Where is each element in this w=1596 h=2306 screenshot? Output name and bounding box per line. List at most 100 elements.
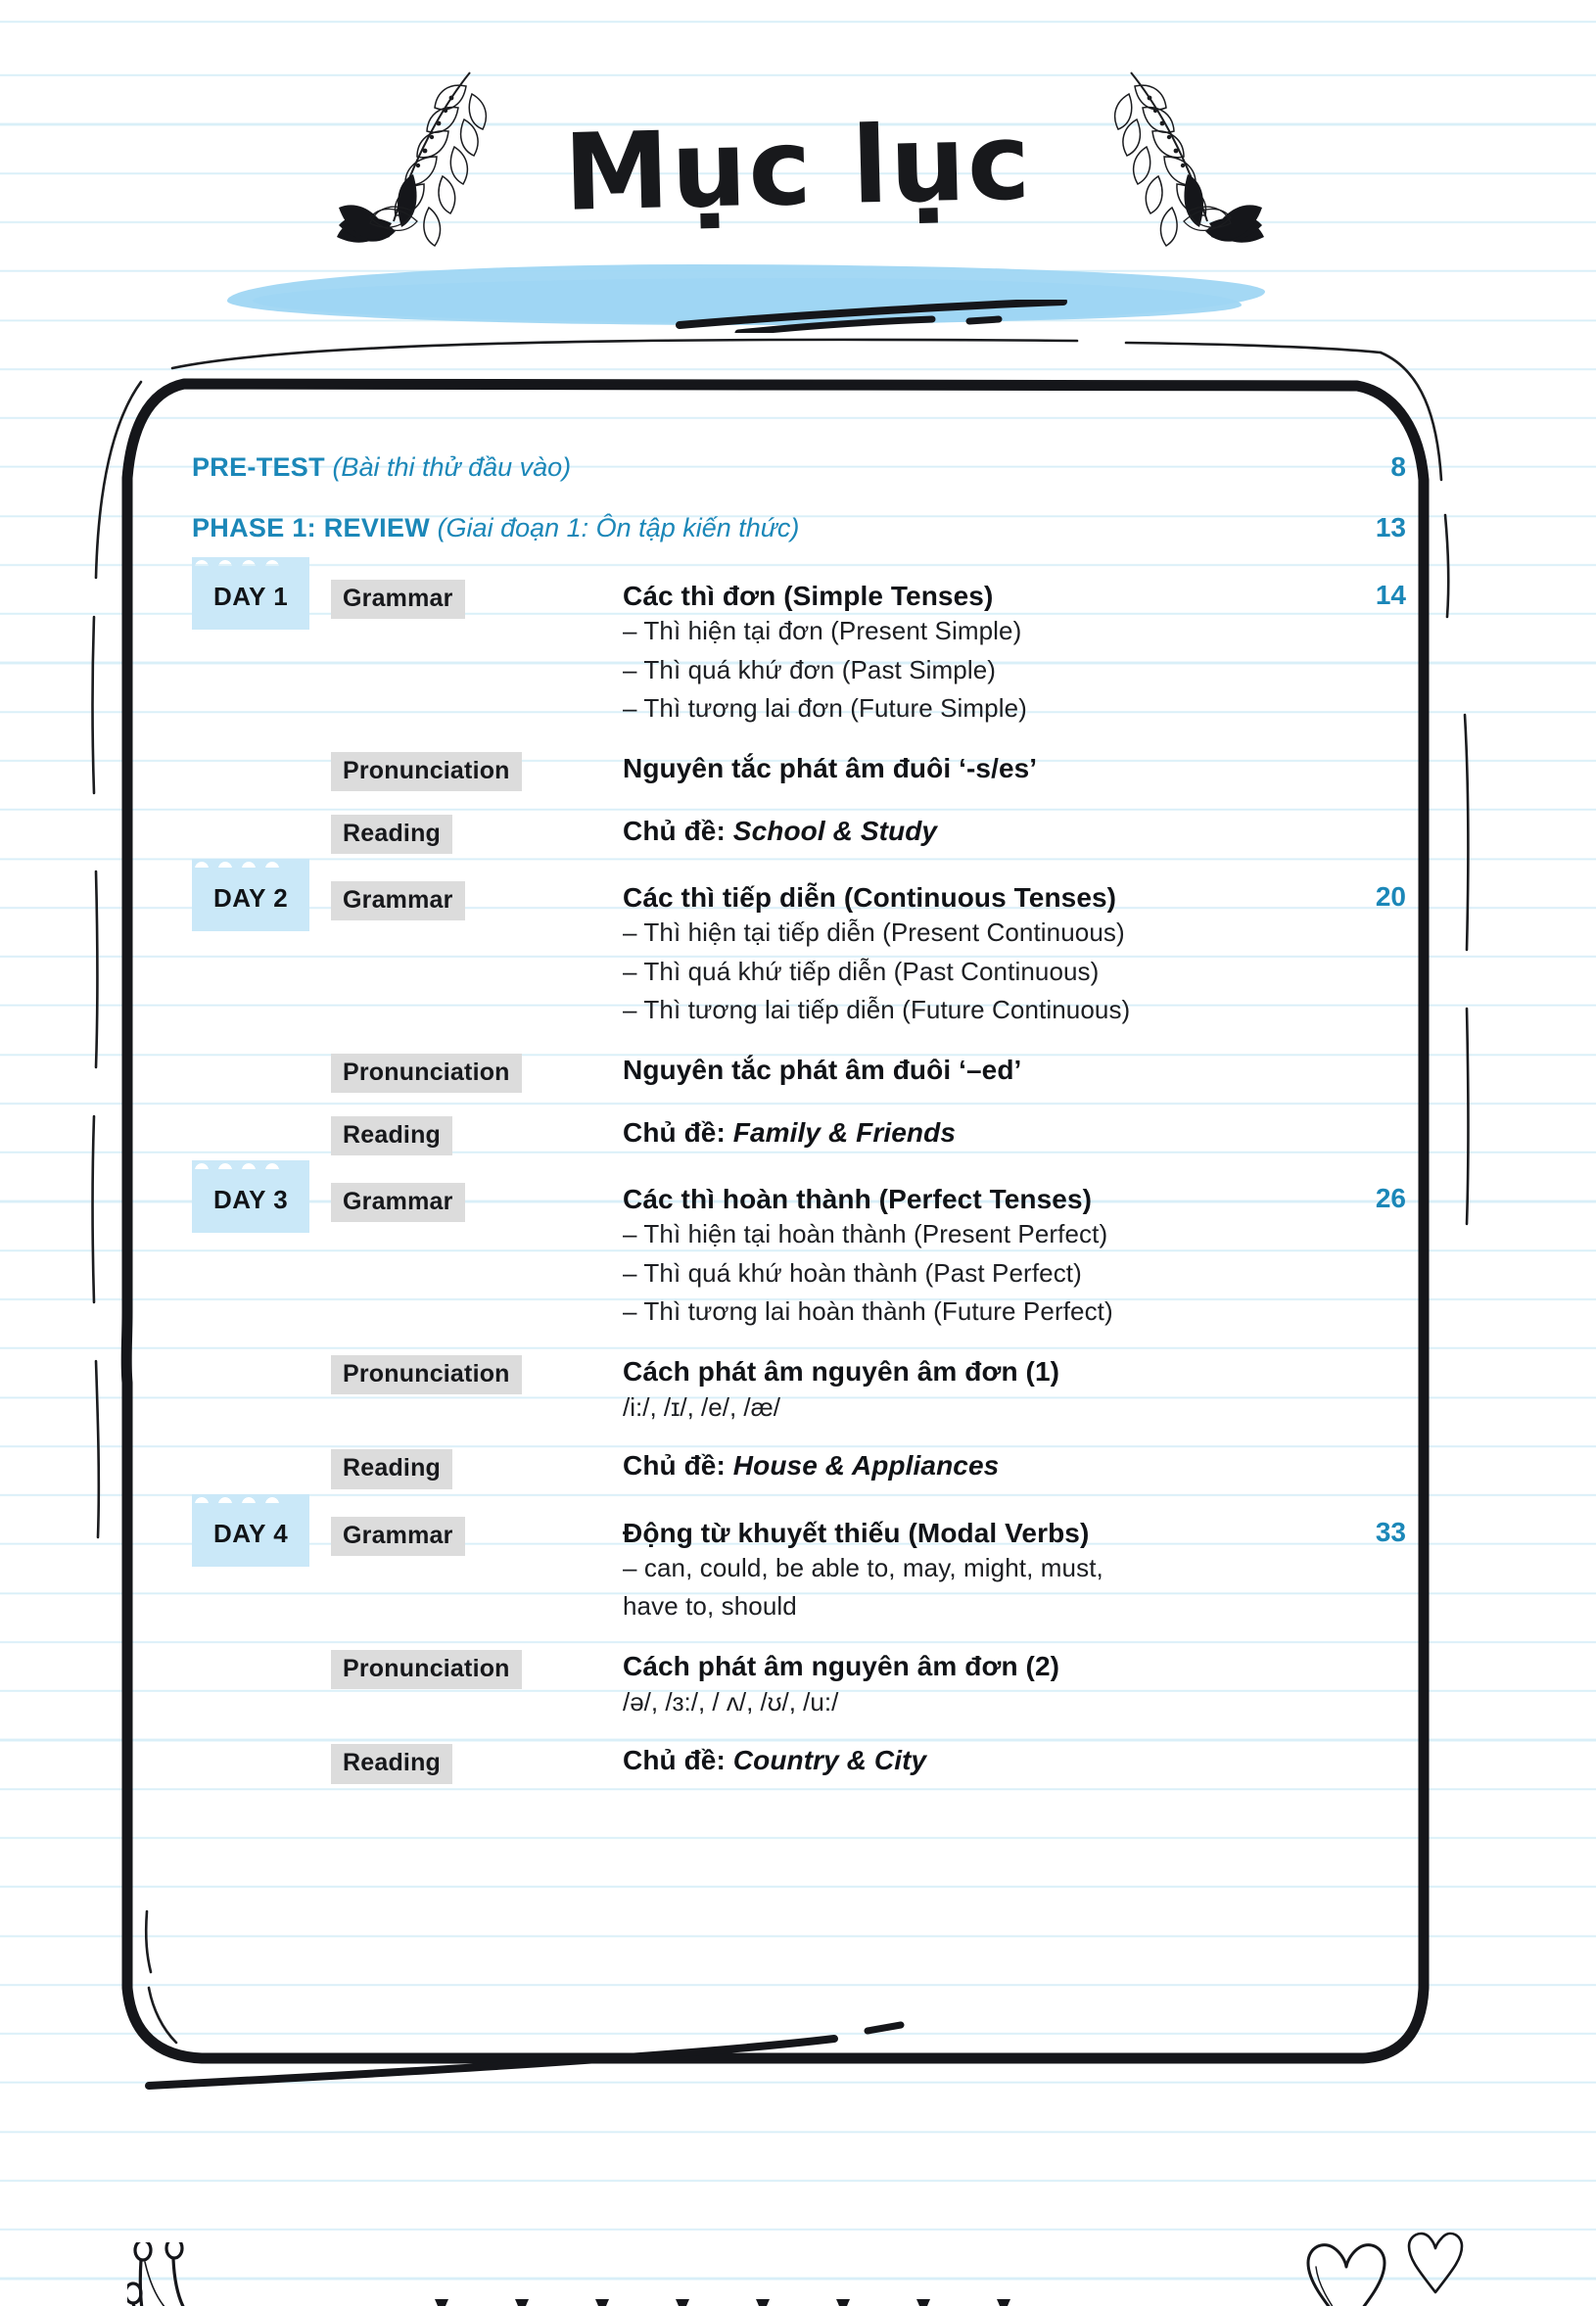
topic-title: Các thì tiếp diễn (Continuous Tenses) (623, 882, 1117, 914)
day-row-grammar[interactable]: DAY 3 Grammar Các thì hoàn thành (Perfec… (192, 1169, 1406, 1332)
ipa-symbols: /i:/, /ɪ/, /e/, /æ/ (623, 1391, 780, 1422)
content-col: Cách phát âm nguyên âm đơn (2) /ə/, /ɜ:/… (623, 1650, 1328, 1721)
ipa-symbols: /ə/, /ɜ:/, / ʌ/, /ʊ/, /u:/ (623, 1686, 839, 1717)
toc-top-row-page: 13 (1375, 512, 1406, 542)
content-col: Cách phát âm nguyên âm đơn (1) /i:/, /ɪ/… (623, 1355, 1328, 1427)
topic-theme: School & Study (732, 815, 938, 846)
skill-tag: Grammar (331, 881, 465, 921)
toc-top-row-phase1[interactable]: PHASE 1: REVIEW (Giai đoạn 1: Ôn tập kiế… (192, 503, 1406, 552)
toc-top-row-label: PHASE 1: REVIEW (192, 513, 431, 542)
skill-col: Pronunciation (331, 1649, 623, 1690)
day-badge-col: DAY 2 (192, 868, 331, 932)
day-row-reading[interactable]: Reading Chủ đề: Country & City (192, 1744, 1406, 1784)
day-badge: DAY 4 (192, 1502, 310, 1567)
skill-tag: Reading (331, 814, 453, 855)
content-col: Chủ đề: Family & Friends (623, 1116, 1328, 1149)
day-row-reading[interactable]: Reading Chủ đề: School & Study (192, 814, 1406, 855)
day-row-pronunciation[interactable]: Pronunciation Nguyên tắc phát âm đuôi ‘-… (192, 751, 1406, 791)
day-row-pronunciation[interactable]: Pronunciation Cách phát âm nguyên âm đơn… (192, 1649, 1406, 1721)
topic-title: Chủ đề: School & Study (623, 815, 1314, 847)
day-row-pronunciation[interactable]: Pronunciation Nguyên tắc phát âm đuôi ‘–… (192, 1053, 1406, 1093)
topic-title: Cách phát âm nguyên âm đơn (1) (623, 1355, 1060, 1387)
day-block: DAY 1 Grammar Các thì đơn (Simple Tenses… (192, 566, 1406, 855)
topic-title: Nguyên tắc phát âm đuôi ‘-s/es’ (623, 752, 1038, 783)
topic-title: Các thì đơn (Simple Tenses) (623, 581, 994, 611)
skill-tag: Reading (331, 1449, 453, 1489)
skill-tag: Grammar (331, 580, 465, 620)
content-col: Các thì đơn (Simple Tenses) – Thì hiện t… (623, 580, 1328, 729)
page-title: Mục lục (562, 101, 1034, 235)
topic-bullet: – Thì hiện tại hoàn thành (Present Perfe… (623, 1219, 1108, 1249)
day-row-grammar[interactable]: DAY 4 Grammar Động từ khuyết thiếu (Moda… (192, 1502, 1406, 1626)
skill-col: Pronunciation (331, 751, 623, 791)
skill-tag: Pronunciation (331, 751, 522, 791)
content-col: Chủ đề: Country & City (623, 1744, 1328, 1776)
day-row-pronunciation[interactable]: Pronunciation Cách phát âm nguyên âm đơn… (192, 1354, 1406, 1427)
topic-title: Động từ khuyết thiếu (Modal Verbs) (623, 1517, 1090, 1548)
heart-icon (1405, 2228, 1466, 2301)
topic-bullet: – Thì tương lai đơn (Future Simple) (623, 693, 1027, 724)
skill-tag: Pronunciation (331, 1053, 522, 1093)
toc-top-row-note: (Bài thi thử đầu vào) (332, 452, 572, 482)
skill-tag: Pronunciation (331, 1649, 522, 1690)
content-col: Các thì tiếp diễn (Continuous Tenses) – … (623, 881, 1328, 1030)
toc-top-row-text: PRE-TEST (Bài thi thử đầu vào) (192, 443, 1338, 492)
day-block: DAY 3 Grammar Các thì hoàn thành (Perfec… (192, 1169, 1406, 1489)
heart-icon (1302, 2237, 1390, 2306)
topic-bullet: have to, should (623, 1591, 797, 1622)
content-col: Động từ khuyết thiếu (Modal Verbs) – can… (623, 1517, 1328, 1626)
topic-bullet: – Thì quá khứ tiếp diễn (Past Continuous… (623, 956, 1100, 986)
page-header: Mục lục (0, 57, 1596, 337)
day-block: DAY 2 Grammar Các thì tiếp diễn (Continu… (192, 868, 1406, 1156)
page-number: 20 (1375, 881, 1406, 913)
day-badge-col: DAY 3 (192, 1169, 331, 1234)
skill-col: Reading (331, 1744, 623, 1784)
x-dot-divider-icon (431, 2291, 1155, 2306)
skill-col: Pronunciation (331, 1354, 623, 1394)
topic-bullet: – Thì tương lai tiếp diễn (Future Contin… (623, 995, 1131, 1025)
toc-top-row-text: PHASE 1: REVIEW (Giai đoạn 1: Ôn tập kiế… (192, 503, 1338, 552)
page-footer (0, 2095, 1596, 2306)
skill-tag: Reading (331, 1115, 453, 1156)
content-col: Nguyên tắc phát âm đuôi ‘-s/es’ (623, 752, 1328, 784)
page-number: 26 (1375, 1183, 1406, 1214)
toc-top-row-pretest[interactable]: PRE-TEST (Bài thi thử đầu vào) 8 (192, 443, 1406, 492)
topic-theme: Country & City (732, 1745, 927, 1776)
topic-bullet: – Thì hiện tại đơn (Present Simple) (623, 616, 1022, 646)
day-badge: DAY 3 (192, 1169, 310, 1234)
page-number: 33 (1375, 1516, 1406, 1547)
topic-title: Chủ đề: Country & City (623, 1744, 1314, 1776)
skill-tag: Grammar (331, 1516, 465, 1556)
skill-col: Grammar (331, 1516, 623, 1556)
day-row-reading[interactable]: Reading Chủ đề: House & Appliances (192, 1449, 1406, 1489)
topic-bullet: – Thì quá khứ hoàn thành (Past Perfect) (623, 1257, 1082, 1288)
topic-title: Chủ đề: House & Appliances (623, 1449, 1314, 1482)
toc-top-row-page: 8 (1390, 451, 1406, 482)
skill-tag: Pronunciation (331, 1354, 522, 1394)
day-badge: DAY 2 (192, 868, 310, 932)
toc-top-row-label: PRE-TEST (192, 452, 325, 482)
toc-top-row-note: (Giai đoạn 1: Ôn tập kiến thức) (437, 513, 800, 542)
skill-col: Reading (331, 1449, 623, 1489)
topic-prefix: Chủ đề: (623, 1450, 733, 1482)
topic-title: Cách phát âm nguyên âm đơn (2) (623, 1650, 1060, 1681)
page-number: 14 (1375, 580, 1406, 610)
topic-prefix: Chủ đề: (623, 1116, 733, 1148)
content-col: Chủ đề: House & Appliances (623, 1449, 1328, 1482)
topic-bullet: – Thì tương lai hoàn thành (Future Perfe… (623, 1296, 1113, 1327)
topic-title: Các thì hoàn thành (Perfect Tenses) (623, 1184, 1093, 1215)
day-row-grammar[interactable]: DAY 2 Grammar Các thì tiếp diễn (Continu… (192, 868, 1406, 1030)
topic-theme: House & Appliances (732, 1450, 1000, 1482)
skill-col: Reading (331, 1115, 623, 1156)
topic-title: Chủ đề: Family & Friends (623, 1116, 1314, 1149)
day-row-grammar[interactable]: DAY 1 Grammar Các thì đơn (Simple Tenses… (192, 566, 1406, 729)
content-col: Chủ đề: School & Study (623, 815, 1328, 847)
day-badge: DAY 1 (192, 566, 310, 630)
skill-col: Grammar (331, 881, 623, 921)
day-badge-col: DAY 1 (192, 566, 331, 630)
day-row-reading[interactable]: Reading Chủ đề: Family & Friends (192, 1115, 1406, 1156)
content-col: Nguyên tắc phát âm đuôi ‘–ed’ (623, 1054, 1328, 1086)
topic-title: Nguyên tắc phát âm đuôi ‘–ed’ (623, 1054, 1022, 1085)
topic-bullet: – Thì quá khứ đơn (Past Simple) (623, 654, 997, 684)
crown-icon (123, 2236, 225, 2306)
